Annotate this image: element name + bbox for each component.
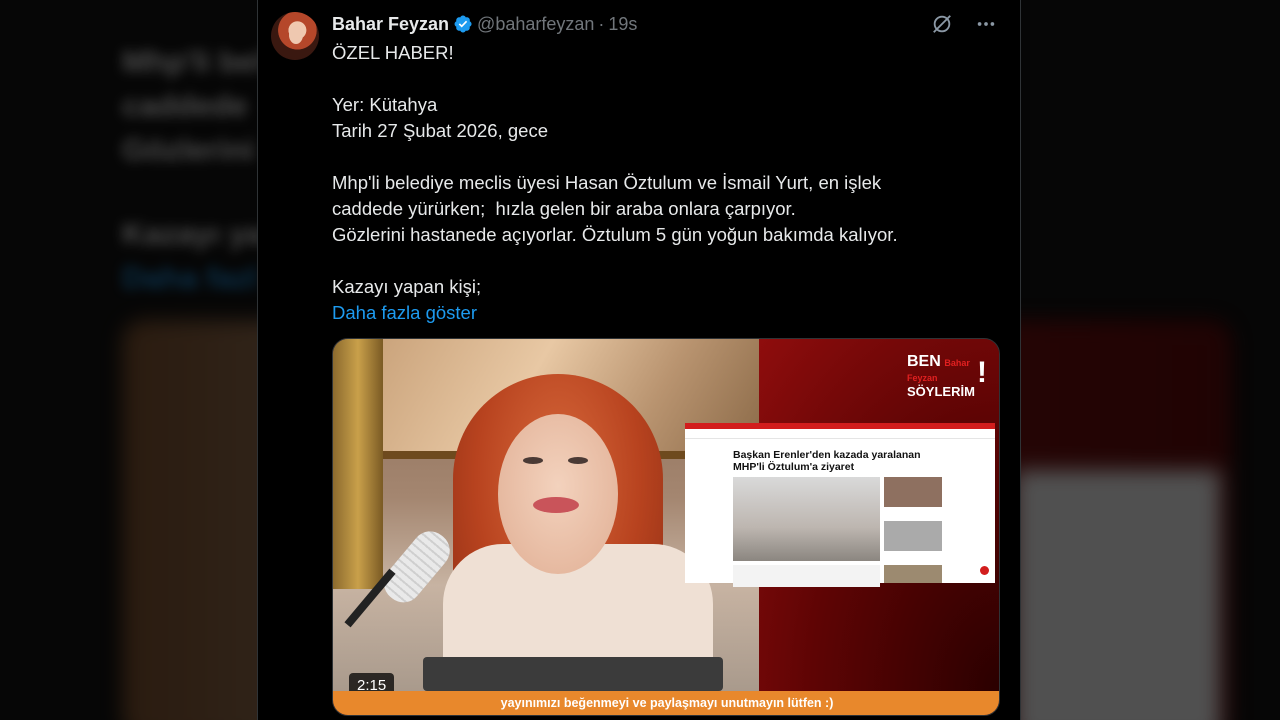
- tweet-line: [332, 144, 992, 170]
- show-more-link[interactable]: Daha fazla göster: [332, 300, 992, 326]
- timestamp[interactable]: 19s: [608, 14, 637, 35]
- desk: [423, 657, 723, 691]
- avatar[interactable]: [271, 12, 319, 60]
- video-banner: yayınımızı beğenmeyi ve paylaşmayı unutm…: [333, 691, 999, 715]
- presenter-eye: [568, 457, 588, 464]
- avatar-face: [289, 26, 303, 44]
- tweet-line: Tarih 27 Şubat 2026, gece: [332, 120, 548, 141]
- grok-icon[interactable]: [930, 12, 954, 36]
- news-screenshot: Başkan Erenler'den kazada yaralanan MHP'…: [685, 423, 995, 587]
- channel-logo: BEN Bahar Feyzan SÖYLERİM !: [907, 353, 987, 399]
- news-thumb: [884, 565, 942, 583]
- presenter-face: [498, 414, 618, 574]
- news-footer: [733, 565, 880, 587]
- tweet-line: Kazayı yapan kişi;: [332, 276, 482, 297]
- tweet-line: ÖZEL HABER!: [332, 42, 454, 63]
- news-thumb: [884, 477, 942, 507]
- tweet-line: caddede yürürken; hızla gelen bir araba …: [332, 198, 796, 219]
- tweet-line: Yer: Kütahya: [332, 94, 438, 115]
- tweet-line: Mhp'li belediye meclis üyesi Hasan Öztul…: [332, 172, 882, 193]
- logo-ben: BEN: [907, 353, 941, 370]
- author-name[interactable]: Bahar Feyzan: [332, 14, 449, 35]
- tweet-text: ÖZEL HABER! Yer: Kütahya Tarih 27 Şubat …: [332, 40, 992, 326]
- tweet-actions: [930, 12, 998, 36]
- logo-bang: !: [977, 356, 987, 389]
- painting-frame: [333, 339, 383, 589]
- tweet-line: [332, 66, 992, 92]
- tweet[interactable]: Bahar Feyzan @baharfeyzan · 19s ÖZEL HAB…: [257, 0, 1021, 720]
- tweet-line: [332, 248, 992, 274]
- tweet-line: Gözlerini hastanede açıyorlar. Öztulum 5…: [332, 224, 898, 245]
- news-dot: [980, 566, 989, 575]
- news-toprow: [685, 429, 995, 439]
- verified-badge-icon: [453, 14, 473, 34]
- author-handle[interactable]: @baharfeyzan: [477, 14, 594, 35]
- news-headline: Başkan Erenler'den kazada yaralanan MHP'…: [733, 449, 921, 473]
- logo-soylerim: SÖYLERİM: [907, 384, 975, 399]
- video-player[interactable]: BEN Bahar Feyzan SÖYLERİM ! Başkan Erenl…: [332, 338, 1000, 716]
- news-photo: [733, 477, 880, 561]
- tweet-header: Bahar Feyzan @baharfeyzan · 19s: [332, 12, 637, 36]
- presenter-lips: [533, 497, 579, 513]
- presenter-eye: [523, 457, 543, 464]
- more-options-icon[interactable]: [974, 12, 998, 36]
- news-thumb: [884, 521, 942, 551]
- separator-dot: ·: [598, 13, 605, 34]
